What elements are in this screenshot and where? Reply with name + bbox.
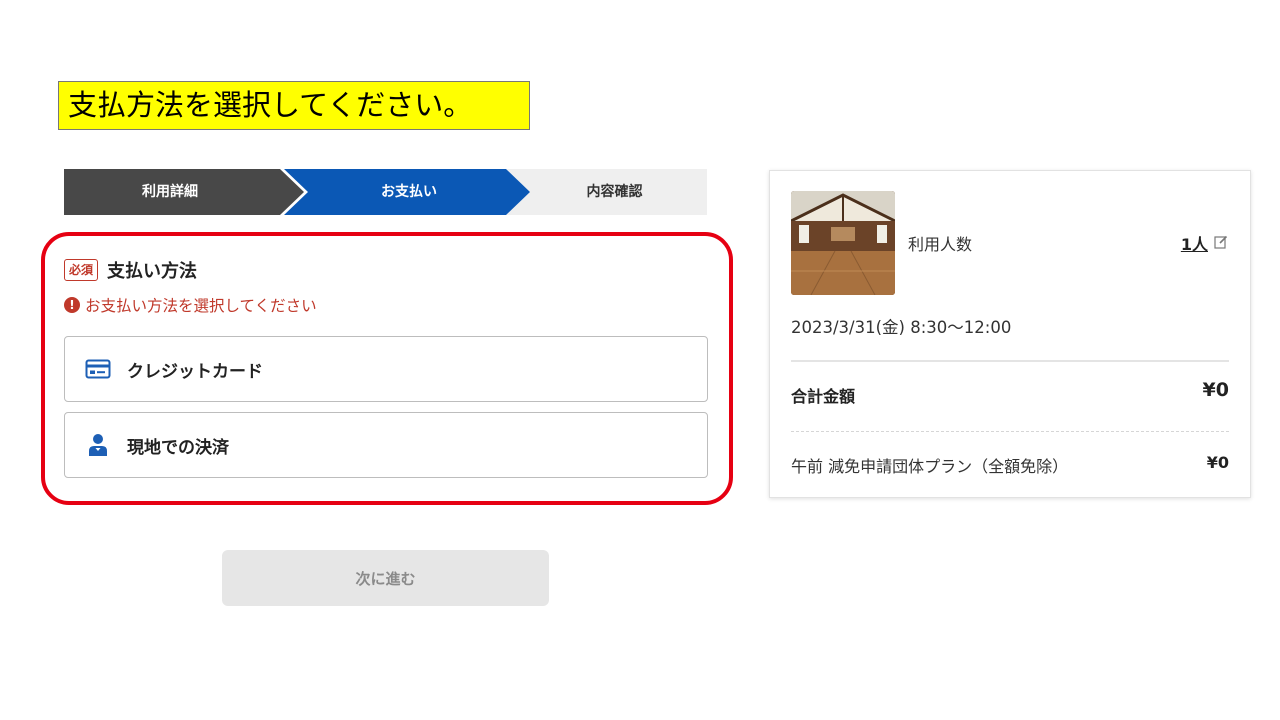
payment-section-header: 必須 支払い方法 bbox=[64, 256, 197, 284]
facility-thumbnail bbox=[791, 191, 895, 295]
step-label: 利用詳細 bbox=[142, 184, 198, 200]
credit-card-icon bbox=[85, 357, 111, 381]
plan-value: ¥0 bbox=[1206, 453, 1229, 472]
instruction-banner: 支払方法を選択してください。 bbox=[58, 81, 530, 130]
dashed-divider bbox=[791, 431, 1229, 432]
usage-count-link[interactable]: 1人 bbox=[1181, 231, 1208, 255]
next-button[interactable]: 次に進む bbox=[222, 550, 549, 606]
step-payment: お支払い bbox=[284, 169, 530, 215]
usage-label: 利用人数 bbox=[908, 235, 973, 254]
step-label: 内容確認 bbox=[586, 184, 643, 200]
reservation-summary-card: 利用人数 1人 2023/3/31(金) 8:30〜12:00 合計金額 ¥0 … bbox=[769, 170, 1251, 498]
section-title: 支払い方法 bbox=[107, 261, 198, 282]
total-label: 合計金額 bbox=[791, 387, 856, 406]
total-value: ¥0 bbox=[1202, 379, 1229, 401]
payment-option-onsite[interactable]: 現地での決済 bbox=[64, 412, 708, 478]
payment-option-credit-card[interactable]: クレジットカード bbox=[64, 336, 708, 402]
error-text: お支払い方法を選択してください bbox=[85, 297, 317, 315]
edit-icon[interactable] bbox=[1214, 234, 1228, 249]
reservation-datetime: 2023/3/31(金) 8:30〜12:00 bbox=[791, 318, 1012, 337]
plan-label: 午前 減免申請団体プラン（全額免除） bbox=[791, 457, 1069, 476]
alert-icon: ! bbox=[64, 297, 80, 313]
progress-stepper: 利用詳細 お支払い 内容確認 bbox=[64, 169, 707, 215]
required-badge: 必須 bbox=[64, 259, 99, 281]
option-label: クレジットカード bbox=[127, 361, 263, 382]
person-icon bbox=[85, 433, 111, 457]
option-label: 現地での決済 bbox=[127, 437, 229, 458]
step-label: お支払い bbox=[381, 184, 437, 200]
divider bbox=[791, 360, 1229, 362]
step-usage-details: 利用詳細 bbox=[64, 169, 304, 215]
error-message: ! お支払い方法を選択してください bbox=[64, 294, 317, 316]
step-confirm: 内容確認 bbox=[506, 169, 707, 215]
